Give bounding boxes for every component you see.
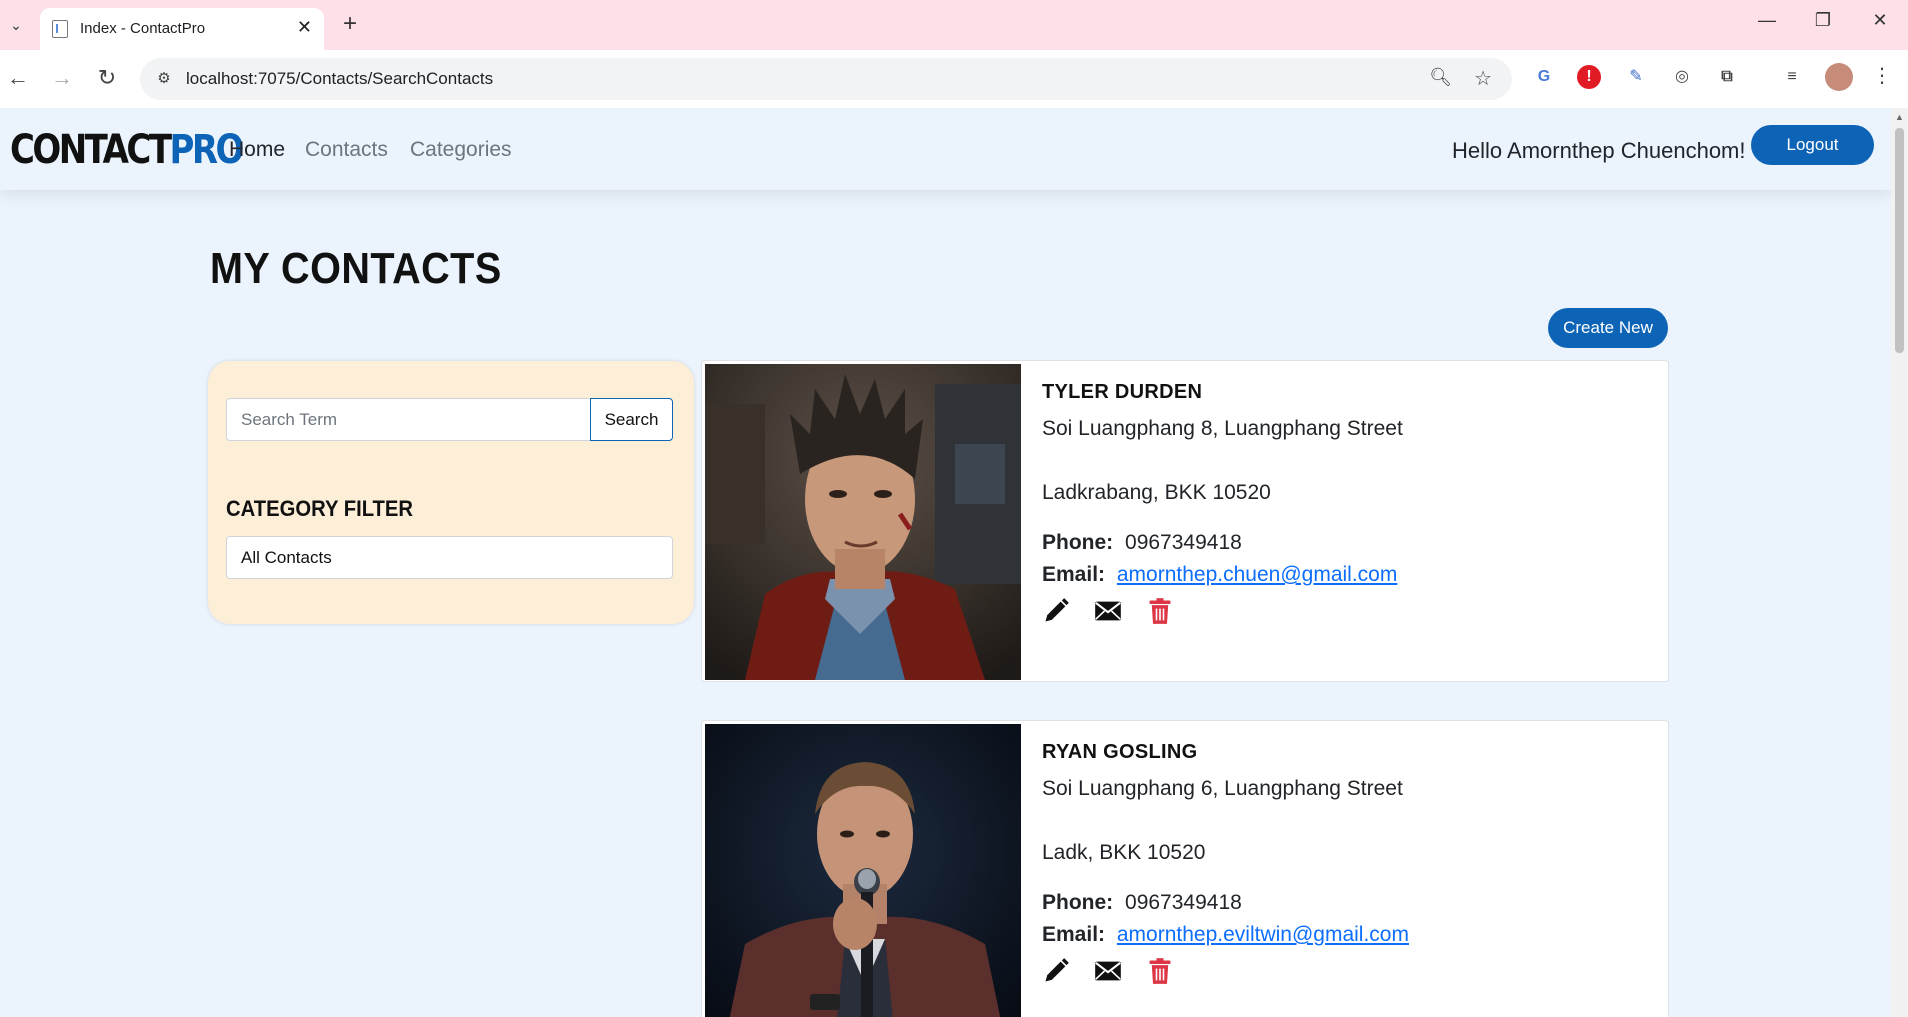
category-select[interactable]: All Contacts (226, 536, 673, 579)
contact-photo (705, 364, 1021, 680)
email-envelope-icon[interactable] (1094, 957, 1122, 985)
brand-logo[interactable]: CONTACTPRO (10, 127, 244, 173)
new-tab-icon[interactable]: + (343, 10, 357, 38)
contact-email-row: Email: amornthep.eviltwin@gmail.com (1042, 923, 1409, 947)
tab-title: Index - ContactPro (80, 20, 206, 37)
email-label: Email: (1042, 563, 1106, 586)
search-input[interactable]: Search Term (226, 398, 591, 441)
contact-address-line1: Soi Luangphang 8, Luangphang Street (1042, 417, 1403, 440)
media-control-icon[interactable]: ≡ (1778, 63, 1806, 91)
zoom-icon[interactable]: 🔍︎ (1429, 67, 1452, 88)
page-viewport: CONTACTPRO Home Contacts Categories Hell… (0, 108, 1908, 1017)
profile-avatar[interactable] (1825, 63, 1853, 91)
contact-phone: 0967349418 (1125, 891, 1242, 914)
contact-card: RYAN GOSLING Soi Luangphang 6, Luangphan… (701, 720, 1669, 1017)
contact-email-link[interactable]: amornthep.eviltwin@gmail.com (1117, 923, 1409, 946)
reload-icon[interactable]: ↻ (93, 65, 121, 91)
contact-phone-row: Phone: 0967349418 (1042, 531, 1242, 555)
nav-categories[interactable]: Categories (410, 138, 512, 162)
contact-email-row: Email: amornthep.chuen@gmail.com (1042, 563, 1397, 587)
scroll-up-arrow-icon[interactable]: ▲ (1895, 112, 1904, 122)
contact-phone: 0967349418 (1125, 531, 1242, 554)
category-filter-label: CATEGORY FILTER (226, 496, 414, 521)
site-info-icon[interactable]: ⚙ (154, 69, 174, 89)
browser-toolbar: ← → ↻ ⚙ localhost:7075/Contacts/SearchCo… (0, 50, 1908, 108)
devtools-extension-icon[interactable]: ◎ (1668, 63, 1696, 91)
edit-extension-icon[interactable]: ✎ (1622, 63, 1650, 91)
translate-extension-icon[interactable]: G (1530, 63, 1558, 91)
logout-button[interactable]: Logout (1751, 125, 1874, 165)
contact-address-line2: Ladkrabang, BKK 10520 (1042, 481, 1271, 504)
url-text[interactable]: localhost:7075/Contacts/SearchContacts (186, 69, 493, 89)
tab-search-chevron-icon[interactable]: ⌄ (5, 14, 27, 36)
scrollbar-thumb[interactable] (1895, 128, 1904, 353)
email-envelope-icon[interactable] (1094, 597, 1122, 625)
bookmark-star-icon[interactable]: ☆ (1474, 66, 1492, 91)
contact-photo (705, 724, 1021, 1017)
phone-label: Phone: (1042, 531, 1114, 554)
brand-contact: CONTACT (10, 127, 172, 173)
address-bar[interactable]: ⚙ localhost:7075/Contacts/SearchContacts… (140, 58, 1512, 100)
back-icon[interactable]: ← (4, 65, 32, 91)
create-new-button[interactable]: Create New (1548, 308, 1668, 348)
page-title: MY CONTACTS (210, 244, 502, 293)
browser-tabstrip: ⌄ Index - ContactPro ✕ + — ❐ ✕ (0, 0, 1908, 50)
category-selected-value: All Contacts (241, 548, 332, 567)
window-close-icon[interactable]: ✕ (1865, 10, 1895, 31)
contact-address-line2: Ladk, BKK 10520 (1042, 841, 1206, 864)
forward-icon[interactable]: → (48, 65, 76, 91)
browser-tab[interactable]: Index - ContactPro ✕ (40, 8, 324, 50)
tab-close-icon[interactable]: ✕ (297, 17, 312, 38)
search-button[interactable]: Search (590, 398, 673, 441)
email-label: Email: (1042, 923, 1106, 946)
search-placeholder: Search Term (241, 410, 338, 429)
site-navbar: CONTACTPRO Home Contacts Categories Hell… (0, 108, 1891, 190)
browser-menu-icon[interactable]: ⋮ (1872, 63, 1892, 88)
adblock-extension-icon[interactable]: ! (1577, 65, 1601, 89)
delete-trash-icon[interactable] (1146, 597, 1174, 625)
contact-address-line1: Soi Luangphang 6, Luangphang Street (1042, 777, 1403, 800)
phone-label: Phone: (1042, 891, 1114, 914)
contact-name: TYLER DURDEN (1042, 381, 1203, 403)
extensions-puzzle-icon[interactable]: ⧉ (1713, 63, 1741, 91)
search-panel: Search Term Search CATEGORY FILTER All C… (208, 361, 694, 624)
page-favicon-icon (52, 20, 68, 38)
edit-pencil-icon[interactable] (1042, 597, 1070, 625)
contact-phone-row: Phone: 0967349418 (1042, 891, 1242, 915)
nav-contacts[interactable]: Contacts (305, 138, 388, 162)
user-greeting: Hello Amornthep Chuenchom! (1452, 138, 1746, 163)
contact-card: TYLER DURDEN Soi Luangphang 8, Luangphan… (701, 360, 1669, 682)
contact-email-link[interactable]: amornthep.chuen@gmail.com (1117, 563, 1397, 586)
page-scrollbar[interactable]: ▲ (1891, 108, 1908, 1017)
edit-pencil-icon[interactable] (1042, 957, 1070, 985)
nav-home[interactable]: Home (229, 138, 285, 162)
minimize-icon[interactable]: — (1752, 10, 1782, 31)
delete-trash-icon[interactable] (1146, 957, 1174, 985)
contact-name: RYAN GOSLING (1042, 741, 1198, 763)
restore-icon[interactable]: ❐ (1808, 10, 1838, 31)
